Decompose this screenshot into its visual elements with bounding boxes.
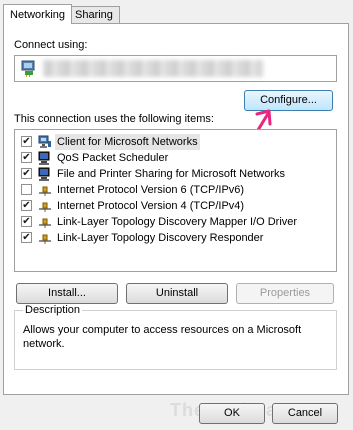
install-button[interactable]: Install...	[16, 283, 118, 304]
protocol-icon	[39, 218, 51, 228]
network-client-icon	[38, 135, 51, 148]
item-label: Link-Layer Topology Discovery Responder	[57, 232, 264, 244]
item-checkbox[interactable]	[21, 184, 32, 195]
item-label: QoS Packet Scheduler	[57, 152, 169, 164]
network-adapter-icon	[21, 60, 35, 77]
items-list[interactable]: ✔ Client for Microsoft Networks ✔ QoS Pa…	[14, 129, 337, 272]
ok-button[interactable]: OK	[199, 403, 265, 424]
list-item[interactable]: ✔ Internet Protocol Version 4 (TCP/IPv4)	[15, 198, 336, 214]
computer-service-icon	[38, 167, 50, 181]
item-checkbox[interactable]: ✔	[21, 152, 32, 163]
list-item[interactable]: ✔ Link-Layer Topology Discovery Responde…	[15, 230, 336, 246]
item-label: Client for Microsoft Networks	[55, 134, 200, 150]
item-label: File and Printer Sharing for Microsoft N…	[57, 168, 286, 180]
item-checkbox[interactable]: ✔	[21, 136, 32, 147]
item-checkbox[interactable]: ✔	[21, 232, 32, 243]
tab-networking[interactable]: Networking	[3, 4, 73, 24]
list-item[interactable]: ✔ Link-Layer Topology Discovery Mapper I…	[15, 214, 336, 230]
items-label: This connection uses the following items…	[14, 113, 214, 125]
properties-button[interactable]: Properties	[236, 283, 334, 304]
connect-using-label: Connect using:	[14, 39, 88, 51]
list-item[interactable]: ✔ QoS Packet Scheduler	[15, 150, 336, 166]
tab-sharing[interactable]: Sharing	[68, 6, 120, 23]
adapter-name-redacted	[43, 60, 263, 77]
list-item[interactable]: Internet Protocol Version 6 (TCP/IPv6)	[15, 182, 336, 198]
description-text: Allows your computer to access resources…	[23, 324, 302, 350]
protocol-icon	[39, 186, 51, 196]
list-item[interactable]: ✔ Client for Microsoft Networks	[15, 134, 336, 150]
protocol-icon	[39, 234, 51, 244]
uninstall-button[interactable]: Uninstall	[126, 283, 228, 304]
item-label: Internet Protocol Version 4 (TCP/IPv4)	[57, 200, 245, 212]
protocol-icon	[39, 202, 51, 212]
list-item[interactable]: ✔ File and Printer Sharing for Microsoft…	[15, 166, 336, 182]
item-label: Internet Protocol Version 6 (TCP/IPv6)	[57, 184, 245, 196]
item-checkbox[interactable]: ✔	[21, 168, 32, 179]
cancel-button[interactable]: Cancel	[272, 403, 338, 424]
description-group: Description Allows your computer to acce…	[14, 304, 337, 370]
item-checkbox[interactable]: ✔	[21, 200, 32, 211]
description-title: Description	[23, 304, 83, 316]
computer-service-icon	[38, 151, 50, 165]
item-checkbox[interactable]: ✔	[21, 216, 32, 227]
item-label: Link-Layer Topology Discovery Mapper I/O…	[57, 216, 298, 228]
adapter-field	[14, 55, 337, 82]
